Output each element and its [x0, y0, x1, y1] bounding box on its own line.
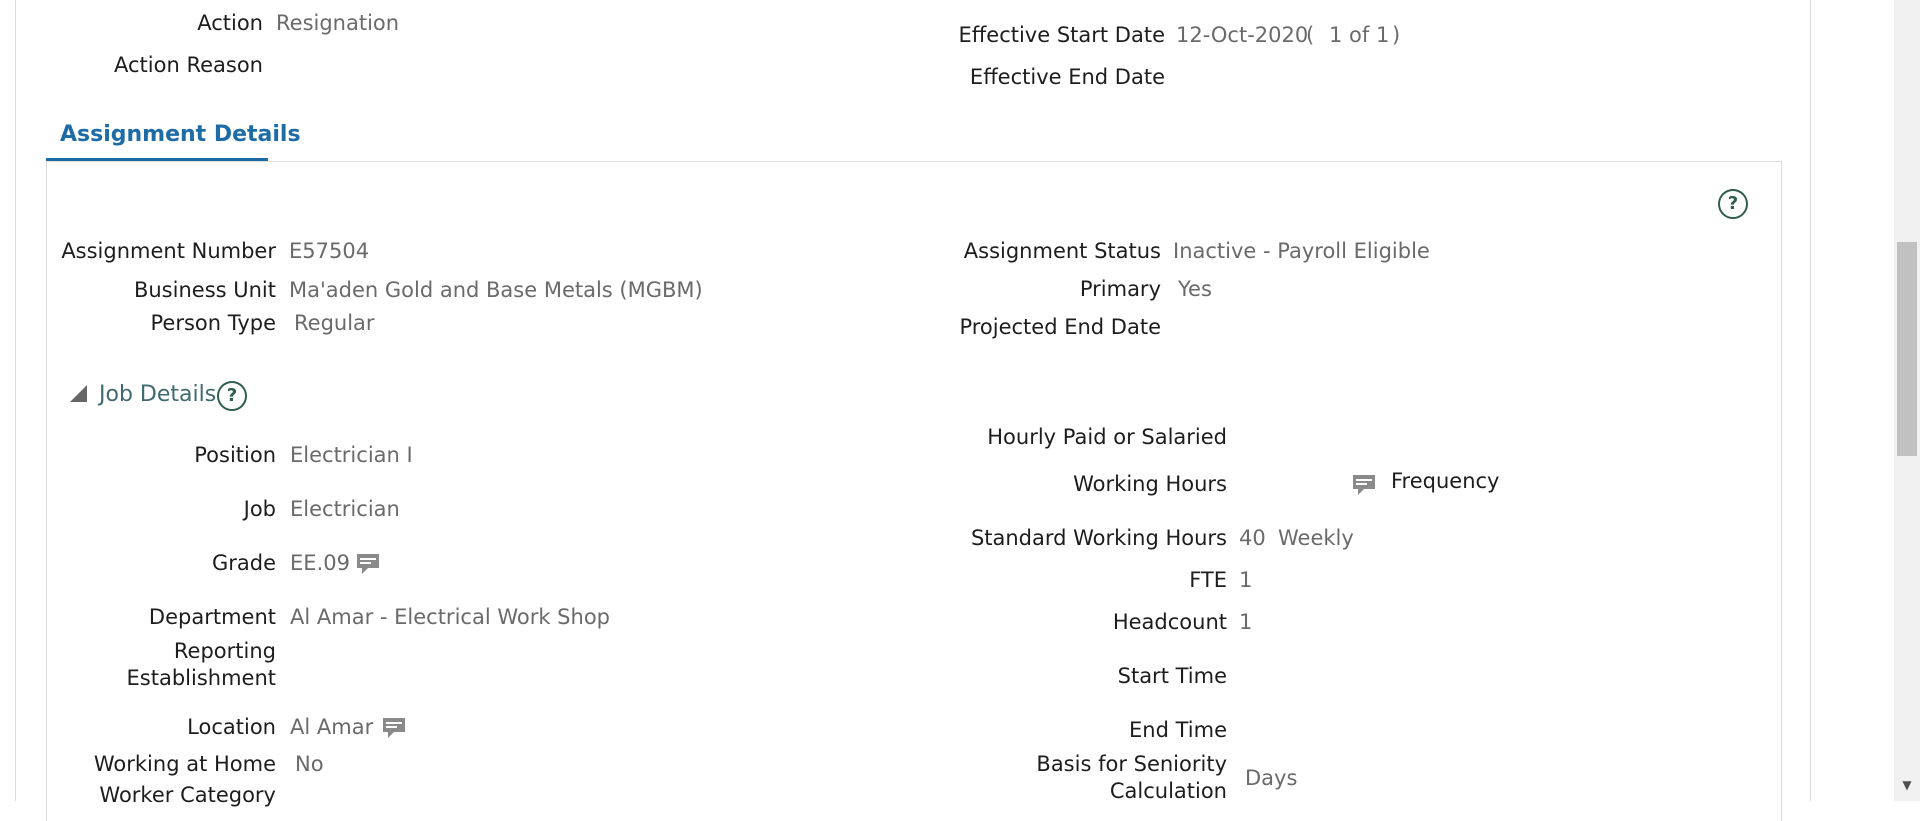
department-value: Al Amar - Electrical Work Shop [290, 605, 610, 629]
job-details-section-title[interactable]: Job Details [99, 382, 216, 407]
tab-assignment-details[interactable]: Assignment Details [47, 122, 314, 162]
collapse-triangle-icon[interactable] [70, 385, 87, 402]
grade-value: EE.09 [290, 551, 350, 575]
primary-value: Yes [1178, 277, 1212, 301]
working-hours-label: Working Hours [1073, 472, 1227, 496]
person-type-value: Regular [294, 311, 375, 335]
business-unit-value: Ma'aden Gold and Base Metals (MGBM) [289, 278, 703, 302]
projected-end-date-label: Projected End Date [959, 315, 1161, 339]
action-reason-label: Action Reason [114, 53, 263, 77]
hourly-paid-or-salaried-label: Hourly Paid or Salaried [987, 425, 1227, 449]
end-time-label: End Time [1129, 718, 1227, 742]
assignment-status-label: Assignment Status [963, 239, 1161, 263]
standard-working-hours-frequency: Weekly [1278, 526, 1354, 550]
working-at-home-value: No [295, 752, 324, 776]
grade-label: Grade [211, 551, 276, 575]
fte-value: 1 [1239, 568, 1253, 592]
action-value: Resignation [276, 11, 400, 35]
reporting-label-line2: Establishment [126, 666, 276, 690]
position-label: Position [194, 443, 276, 467]
frequency-label: Frequency [1391, 469, 1500, 493]
assignment-number-label: Assignment Number [61, 239, 276, 263]
start-time-label: Start Time [1117, 664, 1227, 688]
effective-end-date-label: Effective End Date [969, 65, 1165, 89]
fte-label: FTE [1189, 568, 1227, 592]
assignment-status-value: Inactive - Payroll Eligible [1173, 239, 1430, 263]
business-unit-label: Business Unit [133, 278, 276, 302]
record-count[interactable]: 1 of 1 [1329, 23, 1389, 47]
person-type-label: Person Type [150, 311, 276, 335]
primary-label: Primary [1079, 277, 1161, 301]
location-value: Al Amar [290, 715, 374, 739]
help-circle-icon[interactable]: ? [1718, 189, 1748, 219]
chat-details-icon[interactable] [356, 553, 380, 575]
action-label: Action [197, 11, 263, 35]
standard-working-hours-value: 40 [1239, 526, 1266, 550]
chat-details-icon[interactable] [1352, 474, 1376, 496]
worker-category-label: Worker Category [99, 783, 276, 807]
record-paren-open: ( [1306, 23, 1315, 47]
position-value: Electrician I [290, 443, 413, 467]
effective-start-date-label: Effective Start Date [958, 23, 1165, 47]
reporting-establishment-label: Reporting Establishment [127, 638, 276, 692]
seniority-basis-label: Basis for Seniority Calculation [1036, 751, 1227, 805]
working-at-home-label: Working at Home [93, 752, 276, 776]
help-circle-icon[interactable]: ? [217, 381, 247, 411]
department-label: Department [148, 605, 276, 629]
record-paren-close: ) [1392, 23, 1401, 47]
assignment-number-value: E57504 [289, 239, 370, 263]
job-label: Job [243, 497, 276, 521]
headcount-value: 1 [1239, 610, 1253, 634]
standard-working-hours-label: Standard Working Hours [970, 526, 1227, 550]
location-label: Location [187, 715, 276, 739]
scrollbar-thumb[interactable] [1897, 242, 1917, 456]
page-right-border [1810, 0, 1811, 801]
chat-details-icon[interactable] [382, 717, 406, 739]
reporting-label-line1: Reporting [173, 639, 276, 663]
effective-start-date-value: 12-Oct-2020 [1176, 23, 1309, 47]
seniority-label-line1: Basis for Seniority [1036, 752, 1227, 776]
scroll-down-arrow-icon[interactable]: ▼ [1899, 778, 1915, 794]
headcount-label: Headcount [1112, 610, 1227, 634]
job-value: Electrician [290, 497, 400, 521]
page-left-border [15, 0, 16, 801]
seniority-basis-value: Days [1245, 766, 1298, 790]
